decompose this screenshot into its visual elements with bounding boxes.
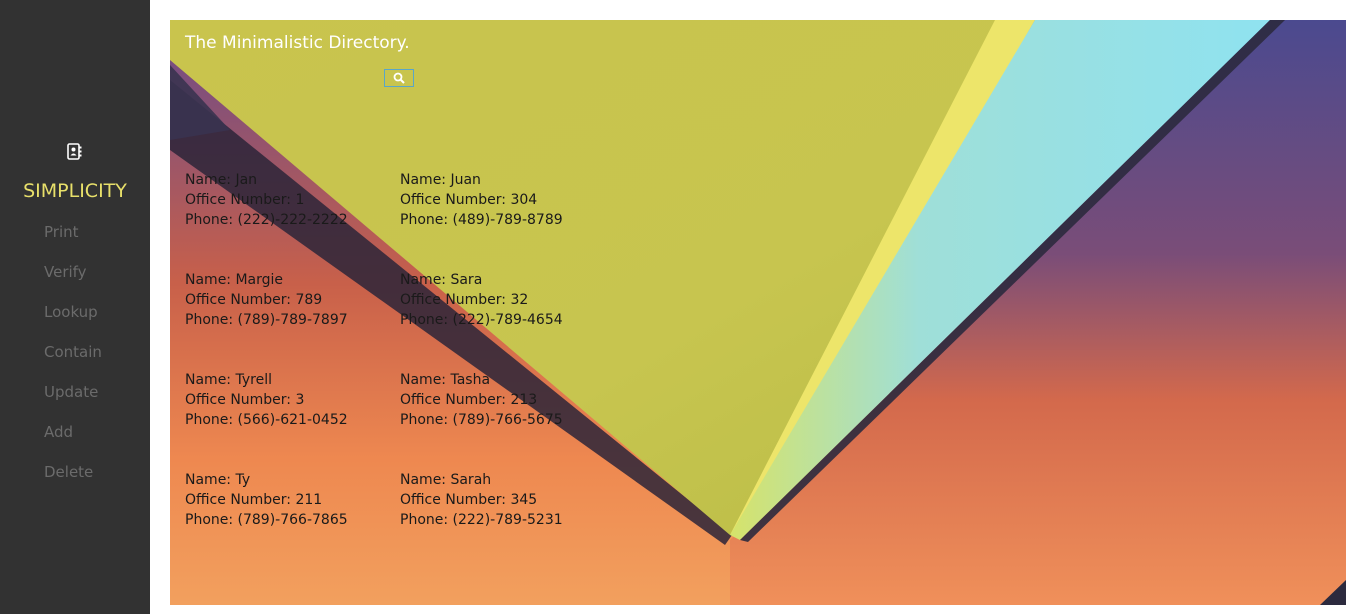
entry-phone: Phone: (222)-789-4654	[400, 312, 563, 328]
directory-entry: Name: Tyrell Office Number: 3 Phone: (56…	[185, 370, 348, 430]
directory-entry: Name: Jan Office Number: 1 Phone: (222)-…	[185, 170, 348, 230]
entry-phone: Phone: (566)-621-0452	[185, 412, 348, 428]
entry-name: Name: Tasha	[400, 372, 491, 388]
entry-phone: Phone: (789)-789-7897	[185, 312, 348, 328]
entry-office: Office Number: 1	[185, 192, 305, 208]
directory-entry: Name: Juan Office Number: 304 Phone: (48…	[400, 170, 563, 230]
entry-phone: Phone: (222)-789-5231	[400, 512, 563, 528]
search-button[interactable]	[384, 69, 414, 87]
nav-item-lookup[interactable]: Lookup	[44, 303, 98, 321]
brand-name: SIMPLICITY	[23, 180, 127, 202]
entry-office: Office Number: 304	[400, 192, 538, 208]
entry-name: Name: Sara	[400, 272, 483, 288]
entry-name: Name: Jan	[185, 172, 258, 188]
entry-name: Name: Juan	[400, 172, 481, 188]
entry-phone: Phone: (789)-766-5675	[400, 412, 563, 428]
hero-panel: The Minimalistic Directory. Name: Jan Of…	[170, 20, 1346, 605]
entry-name: Name: Sarah	[400, 472, 492, 488]
address-book-icon	[67, 143, 82, 160]
sidebar: SIMPLICITY Print Verify Lookup Contain U…	[0, 0, 150, 614]
directory-entry: Name: Tasha Office Number: 213 Phone: (7…	[400, 370, 563, 430]
entry-phone: Phone: (222)-222-2222	[185, 212, 348, 228]
nav-item-update[interactable]: Update	[44, 383, 98, 401]
entry-office: Office Number: 32	[400, 292, 529, 308]
search-icon	[393, 72, 405, 84]
entry-name: Name: Tyrell	[185, 372, 272, 388]
entry-name: Name: Ty	[185, 472, 251, 488]
entry-phone: Phone: (789)-766-7865	[185, 512, 348, 528]
entry-office: Office Number: 789	[185, 292, 323, 308]
nav-item-add[interactable]: Add	[44, 423, 73, 441]
nav-item-delete[interactable]: Delete	[44, 463, 93, 481]
directory-entry: Name: Margie Office Number: 789 Phone: (…	[185, 270, 348, 330]
entry-phone: Phone: (489)-789-8789	[400, 212, 563, 228]
page-title: The Minimalistic Directory.	[185, 33, 410, 53]
directory-entry: Name: Ty Office Number: 211 Phone: (789)…	[185, 470, 348, 530]
entry-office: Office Number: 345	[400, 492, 538, 508]
entry-office: Office Number: 213	[400, 392, 538, 408]
nav-item-contain[interactable]: Contain	[44, 343, 102, 361]
entry-office: Office Number: 3	[185, 392, 305, 408]
entry-name: Name: Margie	[185, 272, 284, 288]
directory-entry: Name: Sarah Office Number: 345 Phone: (2…	[400, 470, 563, 530]
entry-office: Office Number: 211	[185, 492, 323, 508]
nav-item-verify[interactable]: Verify	[44, 263, 87, 281]
nav-item-print[interactable]: Print	[44, 223, 79, 241]
directory-entry: Name: Sara Office Number: 32 Phone: (222…	[400, 270, 563, 330]
